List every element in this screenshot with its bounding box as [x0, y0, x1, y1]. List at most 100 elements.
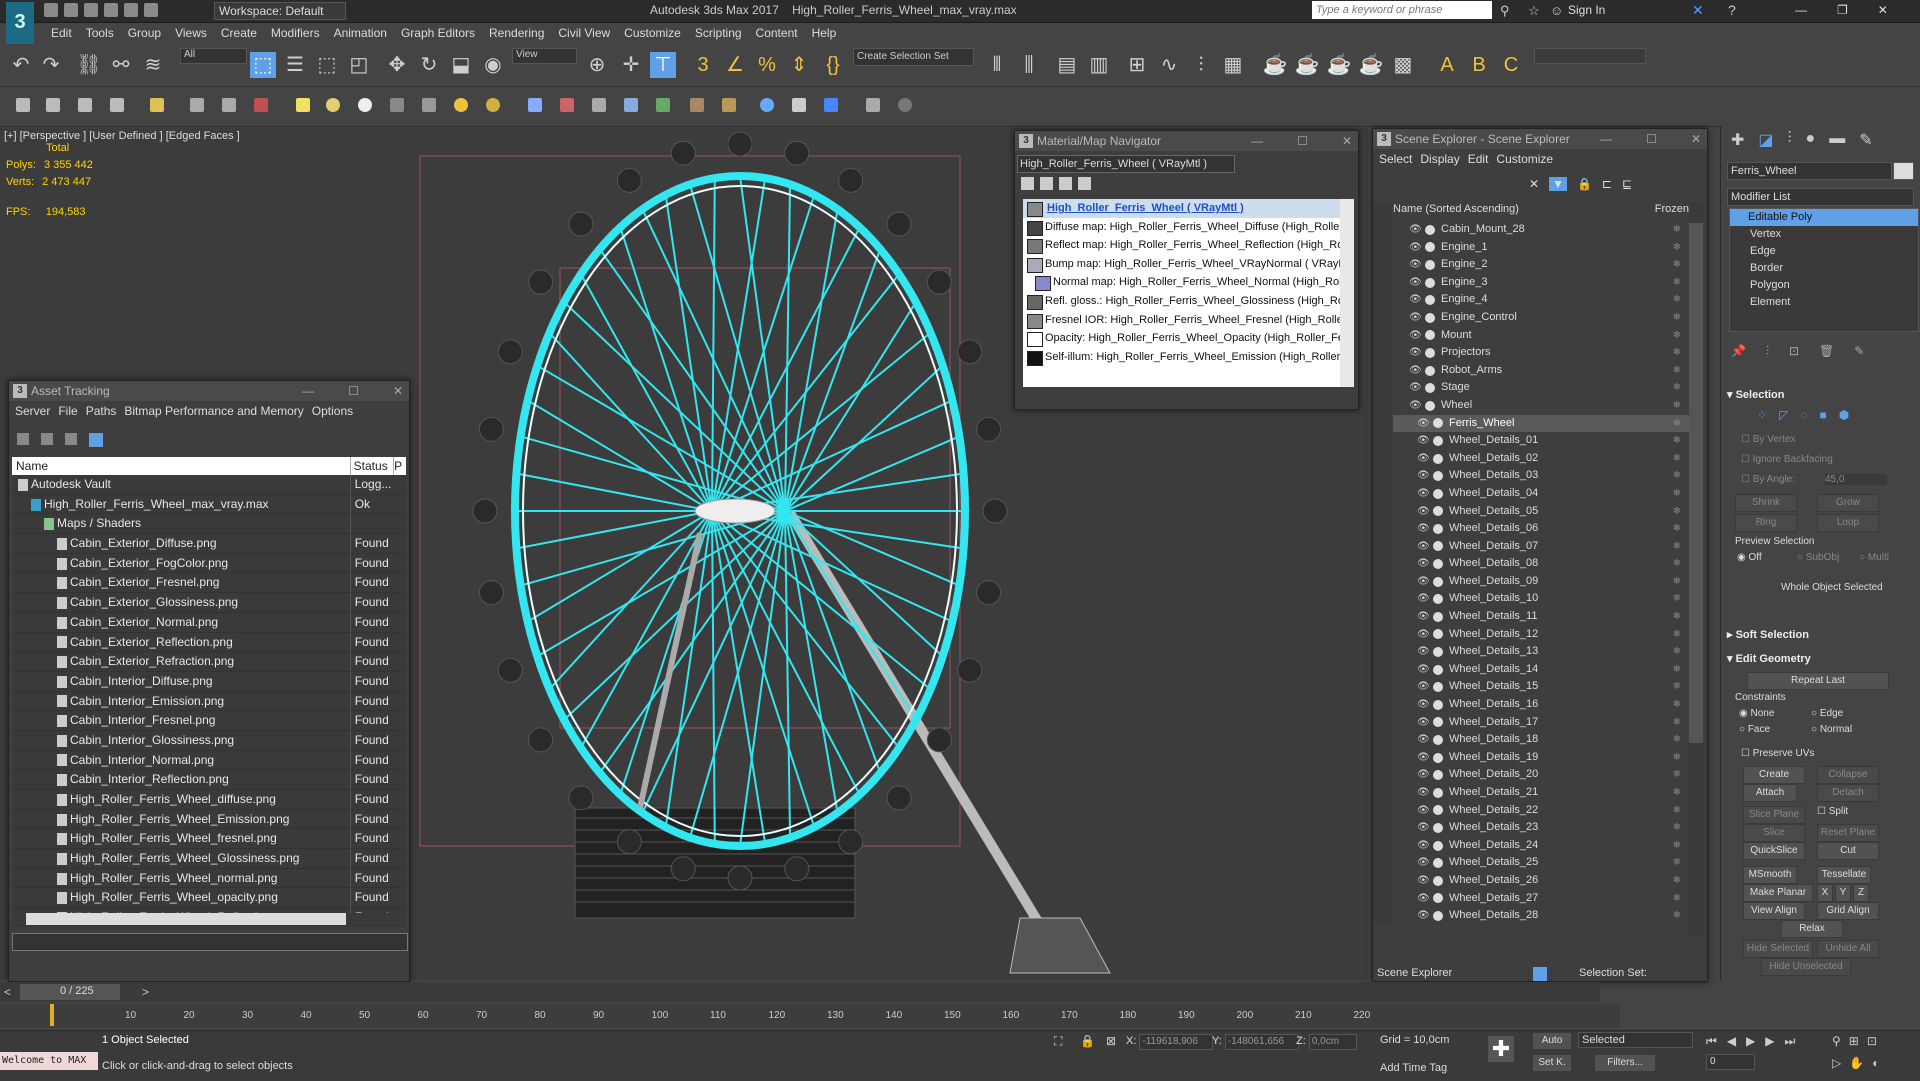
- visibility-eye-icon[interactable]: 👁: [1409, 309, 1422, 327]
- ring-button[interactable]: Ring: [1735, 514, 1797, 532]
- renderable-icon[interactable]: [1425, 224, 1435, 235]
- view-mode-icon[interactable]: [89, 433, 103, 447]
- scene-object-row[interactable]: 👁 Mount ❄: [1393, 327, 1689, 345]
- menu-paths[interactable]: Paths: [86, 404, 117, 418]
- frozen-icon[interactable]: ❄: [1673, 573, 1681, 591]
- vray-c-icon[interactable]: C: [1498, 52, 1524, 78]
- extra-toolbar-dropdown[interactable]: [1534, 48, 1646, 64]
- align-icon[interactable]: ⫼: [1016, 52, 1042, 78]
- pin-stack-icon[interactable]: 📌: [1731, 344, 1746, 359]
- visibility-eye-icon[interactable]: 👁: [1417, 467, 1430, 485]
- frozen-icon[interactable]: ❄: [1673, 749, 1681, 767]
- renderable-icon[interactable]: [1425, 383, 1435, 394]
- set-key-icon[interactable]: ✚: [1488, 1036, 1514, 1062]
- renderable-icon[interactable]: [1425, 312, 1435, 323]
- hierarchy-icon[interactable]: ⊏: [1602, 177, 1612, 191]
- scene-object-row[interactable]: 👁 Cabin_Mount_28 ❄: [1393, 221, 1689, 239]
- frozen-icon[interactable]: ❄: [1673, 256, 1681, 274]
- asset-row[interactable]: Cabin_Exterior_Diffuse.png Found: [12, 534, 406, 554]
- material-navigator-titlebar[interactable]: 3 Material/Map Navigator — ☐ ✕: [1015, 131, 1358, 151]
- large-icons-view-icon[interactable]: [1078, 177, 1091, 190]
- map-item[interactable]: Self-illum: High_Roller_Ferris_Wheel_Emi…: [1023, 348, 1349, 367]
- visibility-eye-icon[interactable]: 👁: [1417, 661, 1430, 679]
- menu-group[interactable]: Group: [121, 24, 168, 42]
- scene-object-row[interactable]: 👁 Ferris_Wheel ❄: [1393, 414, 1689, 433]
- renderable-icon[interactable]: [1433, 664, 1443, 675]
- scene-object-row[interactable]: 👁 Wheel_Details_26 ❄: [1393, 872, 1689, 890]
- quickslice-button[interactable]: QuickSlice: [1743, 842, 1805, 860]
- frozen-icon[interactable]: ❄: [1673, 643, 1681, 661]
- scene-object-row[interactable]: 👁 Engine_1 ❄: [1393, 239, 1689, 257]
- frozen-icon[interactable]: ❄: [1673, 678, 1681, 696]
- z-field[interactable]: 0,0cm: [1308, 1034, 1357, 1050]
- preview-multi-radio[interactable]: ○ Multi: [1859, 552, 1889, 563]
- menu-edit[interactable]: Edit: [1468, 152, 1489, 166]
- angle-snap-icon[interactable]: ∠: [722, 52, 748, 78]
- sphere-light-icon[interactable]: [326, 98, 340, 112]
- renderable-icon[interactable]: [1433, 752, 1443, 763]
- asset-row[interactable]: High_Roller_Ferris_Wheel_fresnel.png Foun…: [12, 829, 406, 850]
- project-folder-icon[interactable]: [144, 3, 158, 17]
- renderable-icon[interactable]: [1433, 435, 1443, 446]
- renderable-icon[interactable]: [1433, 576, 1443, 587]
- frozen-icon[interactable]: ❄: [1673, 802, 1681, 820]
- vray-toolbar-icon[interactable]: [866, 98, 880, 112]
- asset-row[interactable]: Autodesk Vault Logg...: [12, 475, 406, 495]
- remove-modifier-icon[interactable]: 🗑: [1819, 344, 1834, 359]
- tool-icon[interactable]: [150, 98, 164, 112]
- edge-icon[interactable]: ◸: [1779, 408, 1788, 422]
- hide-selected-button[interactable]: Hide Selected: [1743, 940, 1813, 958]
- vertical-scrollbar[interactable]: [1340, 199, 1354, 387]
- visibility-eye-icon[interactable]: 👁: [1417, 784, 1430, 802]
- loop-button[interactable]: Loop: [1817, 514, 1879, 532]
- edit-geometry-rollout-header[interactable]: ▾ Edit Geometry: [1727, 652, 1915, 665]
- shrink-button[interactable]: Shrink: [1735, 494, 1797, 512]
- visibility-eye-icon[interactable]: 👁: [1417, 802, 1430, 820]
- frozen-icon[interactable]: ❄: [1673, 485, 1681, 503]
- view-mode-icon[interactable]: [17, 433, 29, 445]
- view-align-button[interactable]: View Align: [1743, 902, 1805, 920]
- msmooth-button[interactable]: MSmooth: [1743, 866, 1797, 884]
- frozen-icon[interactable]: ❄: [1673, 784, 1681, 802]
- map-item[interactable]: Refl. gloss.: High_Roller_Ferris_Wheel_G…: [1023, 292, 1349, 311]
- frozen-icon[interactable]: ❄: [1673, 327, 1681, 345]
- next-frame-icon[interactable]: ▶: [1765, 1034, 1774, 1049]
- scene-object-row[interactable]: 👁 Wheel_Details_06 ❄: [1393, 520, 1689, 538]
- menu-rendering[interactable]: Rendering: [482, 24, 551, 42]
- explorer-name[interactable]: Scene Explorer: [1377, 967, 1452, 979]
- selection-rollout-header[interactable]: ▾ Selection: [1727, 388, 1915, 401]
- asset-row[interactable]: Maps / Shaders: [12, 514, 406, 535]
- attach-button[interactable]: Attach: [1743, 784, 1797, 802]
- scene-object-row[interactable]: 👁 Wheel_Details_27 ❄: [1393, 890, 1689, 908]
- menu-animation[interactable]: Animation: [327, 24, 394, 42]
- minimize-icon[interactable]: —: [302, 381, 314, 401]
- menu-select[interactable]: Select: [1379, 152, 1412, 166]
- bind-space-warp-icon[interactable]: ≋: [140, 52, 166, 78]
- frozen-icon[interactable]: ❄: [1673, 450, 1681, 468]
- material-editor-icon[interactable]: ⫶: [1188, 52, 1214, 78]
- scene-object-row[interactable]: 👁 Wheel_Details_18 ❄: [1393, 731, 1689, 749]
- ignore-backfacing-checkbox[interactable]: ☐ Ignore Backfacing: [1741, 454, 1833, 465]
- maximize-icon[interactable]: ☐: [1297, 131, 1308, 151]
- help-icon[interactable]: ?: [1728, 2, 1736, 18]
- visibility-eye-icon[interactable]: 👁: [1409, 327, 1422, 345]
- split-checkbox[interactable]: ☐ Split: [1817, 806, 1848, 817]
- renderable-icon[interactable]: [1433, 875, 1443, 886]
- sun-icon[interactable]: [454, 98, 468, 112]
- render-production-icon[interactable]: ☕: [1294, 52, 1320, 78]
- visibility-eye-icon[interactable]: 👁: [1417, 608, 1430, 626]
- frozen-icon[interactable]: ❄: [1673, 291, 1681, 309]
- scene-object-row[interactable]: 👁 Wheel_Details_23 ❄: [1393, 819, 1689, 837]
- scene-object-row[interactable]: 👁 Wheel ❄: [1393, 397, 1689, 415]
- renderable-icon[interactable]: [1433, 559, 1443, 570]
- col-name-header[interactable]: Name (Sorted Ascending): [1393, 203, 1519, 215]
- scene-object-row[interactable]: 👁 Wheel_Details_21 ❄: [1393, 784, 1689, 802]
- hide-unselected-button[interactable]: Hide Unselected: [1761, 958, 1851, 976]
- vray-proxy-icon[interactable]: [528, 98, 542, 112]
- frozen-icon[interactable]: ❄: [1673, 696, 1681, 714]
- visibility-eye-icon[interactable]: 👁: [1409, 256, 1422, 274]
- menu-bitmap-performance[interactable]: Bitmap Performance and Memory: [124, 404, 303, 418]
- x-field[interactable]: -119618,906: [1139, 1034, 1214, 1050]
- frozen-icon[interactable]: ❄: [1673, 432, 1681, 450]
- scene-object-row[interactable]: 👁 Wheel_Details_08 ❄: [1393, 555, 1689, 573]
